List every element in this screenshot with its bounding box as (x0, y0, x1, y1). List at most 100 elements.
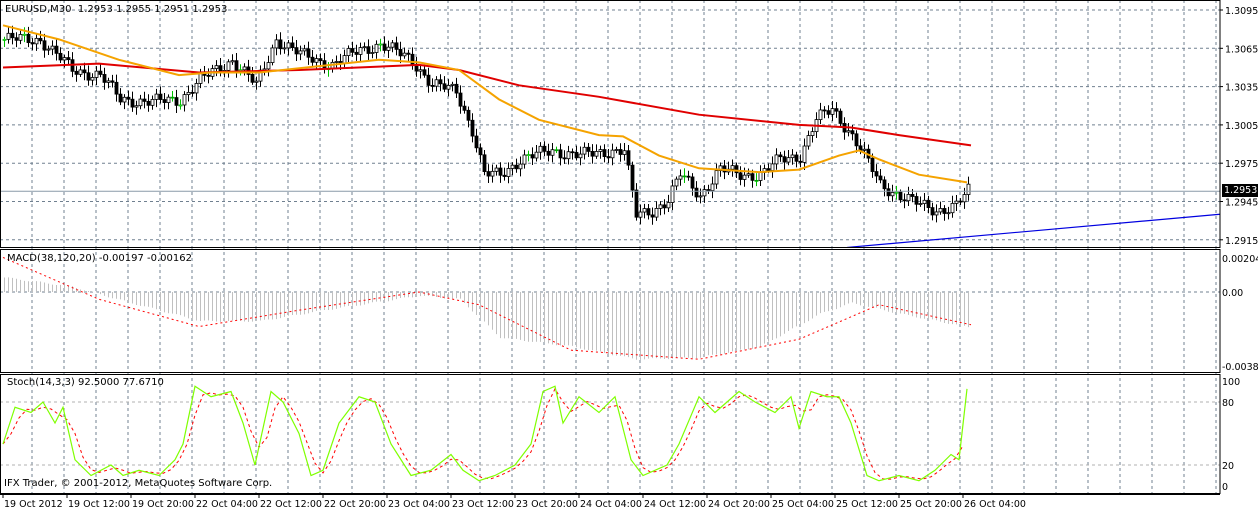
bear-candle (574, 151, 579, 159)
bear-candle (174, 97, 179, 106)
bull-candle (362, 46, 367, 49)
bear-candle (694, 187, 699, 198)
time-tick-label: 23 Oct 04:00 (388, 499, 450, 510)
time-tick-label: 19 Oct 20:00 (132, 499, 194, 510)
bear-candle (406, 52, 411, 55)
bull-candle (890, 192, 895, 197)
panel-border (0, 374, 1221, 494)
bull-candle (346, 48, 351, 56)
panel-border (0, 249, 1221, 373)
time-tick-label: 22 Oct 12:00 (260, 499, 322, 510)
bear-candle (190, 91, 195, 94)
bull-candle (566, 151, 571, 160)
bull-candle (742, 174, 747, 180)
bear-candle (250, 74, 255, 83)
bear-candle (170, 96, 175, 99)
stoch-tick-label: 80 (1222, 398, 1234, 409)
bull-candle (18, 34, 23, 41)
stoch-label: Stoch(14,3,3) 92.5000 77.6710 (7, 377, 164, 388)
bull-candle (286, 42, 291, 49)
bear-candle (926, 199, 931, 208)
bull-candle (254, 80, 259, 83)
bull-candle (810, 131, 815, 136)
open-value: 1.2953 (77, 4, 113, 15)
bull-candle (946, 212, 951, 215)
bull-candle (922, 199, 927, 204)
bear-candle (546, 150, 551, 156)
bear-candle (110, 80, 115, 83)
bear-candle (206, 74, 211, 77)
bear-candle (618, 149, 623, 155)
bull-candle (674, 178, 679, 187)
bear-candle (570, 151, 575, 154)
bull-candle (518, 163, 523, 170)
price-tick-label: 1.3005 (1225, 121, 1258, 132)
bull-candle (802, 145, 807, 163)
bull-candle (862, 148, 867, 151)
bull-candle (166, 96, 171, 103)
copyright-label: IFX Trader, © 2001-2012, MetaQuotes Soft… (4, 478, 273, 489)
bear-candle (466, 109, 471, 121)
bear-candle (690, 176, 695, 189)
bear-candle (58, 52, 63, 61)
bear-candle (474, 135, 479, 149)
bull-candle (582, 146, 587, 155)
bear-candle (834, 108, 839, 112)
bear-candle (630, 164, 635, 191)
stoch-tick-label: 20 (1222, 461, 1234, 472)
bear-candle (486, 171, 491, 177)
bear-candle (766, 168, 771, 171)
current-price-label: 1.2953 (1222, 184, 1258, 197)
bear-candle (958, 200, 963, 203)
time-tick-label: 19 Oct 2012 (4, 499, 63, 510)
bull-candle (266, 62, 271, 70)
bear-candle (14, 37, 19, 41)
bull-candle (402, 52, 407, 57)
bull-candle (270, 47, 275, 63)
bear-candle (126, 96, 131, 100)
high-value: 1.2955 (116, 4, 152, 15)
bull-candle (534, 151, 539, 159)
bear-candle (430, 85, 435, 87)
bear-candle (554, 149, 559, 152)
bull-candle (374, 43, 379, 53)
bull-candle (342, 55, 347, 64)
bear-candle (30, 42, 35, 45)
time-tick-label: 26 Oct 04:00 (964, 499, 1026, 510)
bear-candle (350, 48, 355, 53)
bull-candle (490, 170, 495, 177)
bear-candle (558, 149, 563, 159)
bull-candle (494, 167, 499, 172)
chart-window[interactable]: 1.3095 1.3065 1.3035 1.3005 1.2975 1.2945 1.29… (0, 0, 1258, 510)
bear-candle (646, 208, 651, 216)
bear-candle (910, 193, 915, 197)
bear-candle (366, 46, 371, 54)
stoch-k-line (2, 385, 968, 482)
bull-candle (846, 130, 851, 133)
bear-candle (502, 174, 507, 177)
bear-candle (822, 109, 827, 112)
macd-tick-label: 0.00204 (1222, 254, 1258, 265)
bull-candle (94, 70, 99, 78)
macd-signal-line (2, 256, 972, 360)
bull-candle (526, 154, 531, 157)
bull-candle (614, 149, 619, 151)
bull-candle (710, 183, 715, 191)
bear-candle (290, 42, 295, 49)
bear-candle (82, 69, 87, 74)
bear-candle (514, 164, 519, 170)
bull-candle (830, 108, 835, 115)
macd-tick-label: 0.00 (1222, 288, 1243, 299)
bull-candle (390, 42, 395, 48)
bull-candle (654, 208, 659, 218)
bear-candle (482, 154, 487, 172)
bull-candle (122, 96, 127, 103)
stoch-tick-label: 100 (1222, 377, 1240, 388)
bear-candle (306, 48, 311, 58)
bull-candle (790, 154, 795, 159)
bear-candle (750, 173, 755, 181)
bull-candle (746, 173, 751, 176)
bull-candle (370, 52, 375, 54)
bull-candle (786, 157, 791, 163)
bull-candle (46, 48, 51, 51)
